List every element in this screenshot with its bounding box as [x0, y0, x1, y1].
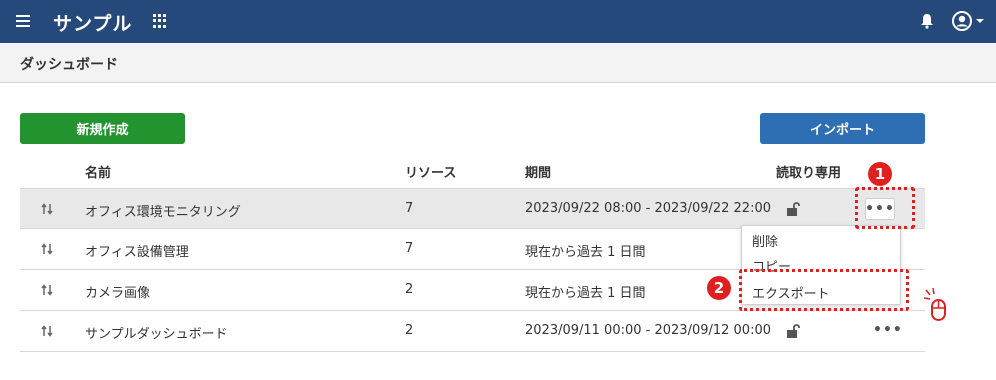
callout-box-more-button [855, 187, 915, 229]
resource-count: 2 [405, 282, 414, 297]
caret-down-icon[interactable] [976, 19, 984, 23]
column-header-resources[interactable]: リソース [405, 162, 456, 181]
drag-sort-icon[interactable] [40, 203, 54, 215]
drag-sort-icon[interactable] [40, 243, 54, 255]
dashboard-name[interactable]: カメラ画像 [85, 282, 150, 301]
table-row[interactable]: サンプルダッシュボード 2 2023/09/11 00:00 - 2023/09… [20, 311, 925, 352]
column-header-readonly[interactable]: 読取り専用 [776, 162, 841, 181]
user-icon[interactable] [952, 11, 972, 31]
callout-box-export [739, 269, 909, 311]
bell-icon[interactable] [920, 13, 934, 29]
mouse-click-icon [924, 288, 946, 321]
page-header: ダッシュボード [0, 43, 996, 83]
dashboard-name[interactable]: サンプルダッシュボード [85, 323, 228, 342]
period-text: 現在から過去 1 日間 [525, 286, 646, 301]
resource-count: 2 [405, 323, 414, 338]
callout-badge-2: 2 [707, 276, 731, 300]
more-options-button[interactable]: ••• [873, 322, 903, 338]
dashboard-name[interactable]: オフィス設備管理 [85, 241, 189, 260]
top-bar: サンプル [0, 0, 996, 43]
apps-grid-icon[interactable] [153, 14, 167, 28]
menu-item-delete[interactable]: 削除 [752, 231, 778, 250]
page-title: ダッシュボード [20, 57, 118, 73]
callout-badge-1: 1 [868, 162, 892, 186]
resource-count: 7 [405, 241, 414, 256]
period-text: 2023/09/11 00:00 - 2023/09/12 00:00 [525, 323, 772, 338]
drag-sort-icon[interactable] [40, 284, 54, 296]
import-button[interactable]: インポート [760, 113, 925, 144]
period-text: 2023/09/22 08:00 - 2023/09/22 22:00 [525, 201, 772, 216]
table-row[interactable]: オフィス環境モニタリング 7 2023/09/22 08:00 - 2023/0… [20, 188, 925, 229]
column-header-name[interactable]: 名前 [85, 162, 111, 181]
drag-sort-icon[interactable] [40, 325, 54, 337]
resource-count: 7 [405, 201, 414, 216]
column-header-period[interactable]: 期間 [525, 162, 551, 181]
dashboard-name[interactable]: オフィス環境モニタリング [85, 201, 241, 220]
period-text: 現在から過去 1 日間 [525, 245, 646, 260]
unlock-icon [787, 324, 800, 338]
hamburger-icon[interactable] [16, 15, 30, 27]
app-title: サンプル [53, 13, 133, 35]
new-dashboard-button[interactable]: 新規作成 [20, 113, 185, 144]
unlock-icon [787, 202, 800, 216]
